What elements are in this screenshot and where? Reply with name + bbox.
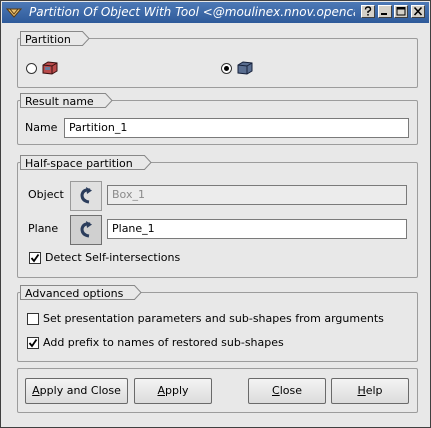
minimize-icon bbox=[381, 13, 387, 15]
name-field[interactable]: Partition_1 bbox=[64, 118, 409, 138]
add-prefix-checkbox[interactable] bbox=[27, 337, 39, 349]
tab-arrow-icon bbox=[81, 31, 90, 46]
close-button[interactable]: Close bbox=[248, 378, 326, 404]
partition-title: Partition bbox=[25, 33, 71, 46]
plane-label: Plane bbox=[28, 222, 59, 235]
set-presentation-checkbox[interactable] bbox=[27, 313, 39, 325]
group-title-advanced: Advanced options bbox=[20, 285, 143, 300]
result-name-group: Result name Name Partition_1 bbox=[17, 93, 418, 145]
group-title-partition: Partition bbox=[20, 31, 90, 46]
tab-arrow-icon bbox=[143, 155, 152, 170]
group-title-halfspace: Half-space partition bbox=[20, 155, 152, 170]
partition-halfspace-icon bbox=[237, 61, 253, 75]
close-label: lose bbox=[279, 384, 302, 397]
app-icon[interactable] bbox=[6, 6, 22, 19]
object-field[interactable]: Box_1 bbox=[107, 185, 407, 205]
close-icon bbox=[413, 6, 423, 16]
apply-and-close-label: pply and Close bbox=[39, 384, 121, 397]
window-title: Partition Of Object With Tool <@moulinex… bbox=[29, 5, 355, 19]
plane-field[interactable]: Plane_1 bbox=[107, 219, 407, 239]
apply-and-close-button[interactable]: Apply and Close bbox=[25, 378, 128, 404]
select-arrow-icon bbox=[80, 187, 92, 204]
maximize-button[interactable] bbox=[394, 5, 408, 18]
radio-partition-solid[interactable] bbox=[26, 63, 37, 74]
apply-button[interactable]: Apply bbox=[134, 378, 212, 404]
close-mnemonic: C bbox=[272, 384, 280, 397]
maximize-icon bbox=[396, 7, 406, 16]
halfspace-partition-group: Half-space partition Object Box_1 Plane … bbox=[17, 155, 418, 278]
dialog-window: Partition Of Object With Tool <@moulinex… bbox=[0, 0, 431, 428]
add-prefix-label: Add prefix to names of restored sub-shap… bbox=[43, 336, 284, 349]
apply-and-close-mnemonic: A bbox=[32, 384, 40, 397]
plane-select-button[interactable] bbox=[70, 215, 102, 245]
result-title: Result name bbox=[25, 95, 94, 108]
detect-self-intersections-checkbox[interactable] bbox=[29, 252, 41, 264]
question-icon bbox=[364, 6, 372, 16]
checkmark-icon bbox=[30, 253, 40, 263]
help-label: elp bbox=[365, 384, 383, 397]
select-arrow-icon bbox=[80, 221, 92, 238]
partition-solid-icon bbox=[42, 61, 58, 75]
set-presentation-label: Set presentation parameters and sub-shap… bbox=[43, 312, 384, 325]
button-bar: Apply and Close Apply Close Help bbox=[17, 368, 418, 413]
minimize-button[interactable] bbox=[378, 5, 392, 18]
object-label: Object bbox=[28, 188, 64, 201]
object-select-button[interactable] bbox=[70, 181, 102, 211]
help-mnemonic: H bbox=[357, 384, 366, 397]
tab-arrow-icon bbox=[134, 285, 143, 300]
advanced-options-group: Advanced options Set presentation parame… bbox=[17, 285, 418, 362]
group-title-result: Result name bbox=[20, 93, 113, 108]
help-button[interactable]: Help bbox=[331, 378, 409, 404]
radio-dot bbox=[224, 66, 229, 71]
title-bar[interactable]: Partition Of Object With Tool <@moulinex… bbox=[2, 2, 429, 23]
partition-group: Partition bbox=[17, 31, 418, 88]
checkmark-icon bbox=[28, 338, 38, 348]
advanced-title: Advanced options bbox=[25, 287, 124, 300]
name-label: Name bbox=[25, 121, 58, 134]
detect-self-intersections-label: Detect Self-intersections bbox=[45, 251, 181, 264]
radio-partition-halfspace[interactable] bbox=[221, 63, 232, 74]
tab-arrow-icon bbox=[104, 93, 113, 108]
apply-label: pply bbox=[165, 384, 189, 397]
apply-mnemonic: A bbox=[157, 384, 165, 397]
help-title-button[interactable] bbox=[361, 5, 375, 18]
halfspace-title: Half-space partition bbox=[25, 157, 133, 170]
close-window-button[interactable] bbox=[411, 5, 425, 18]
